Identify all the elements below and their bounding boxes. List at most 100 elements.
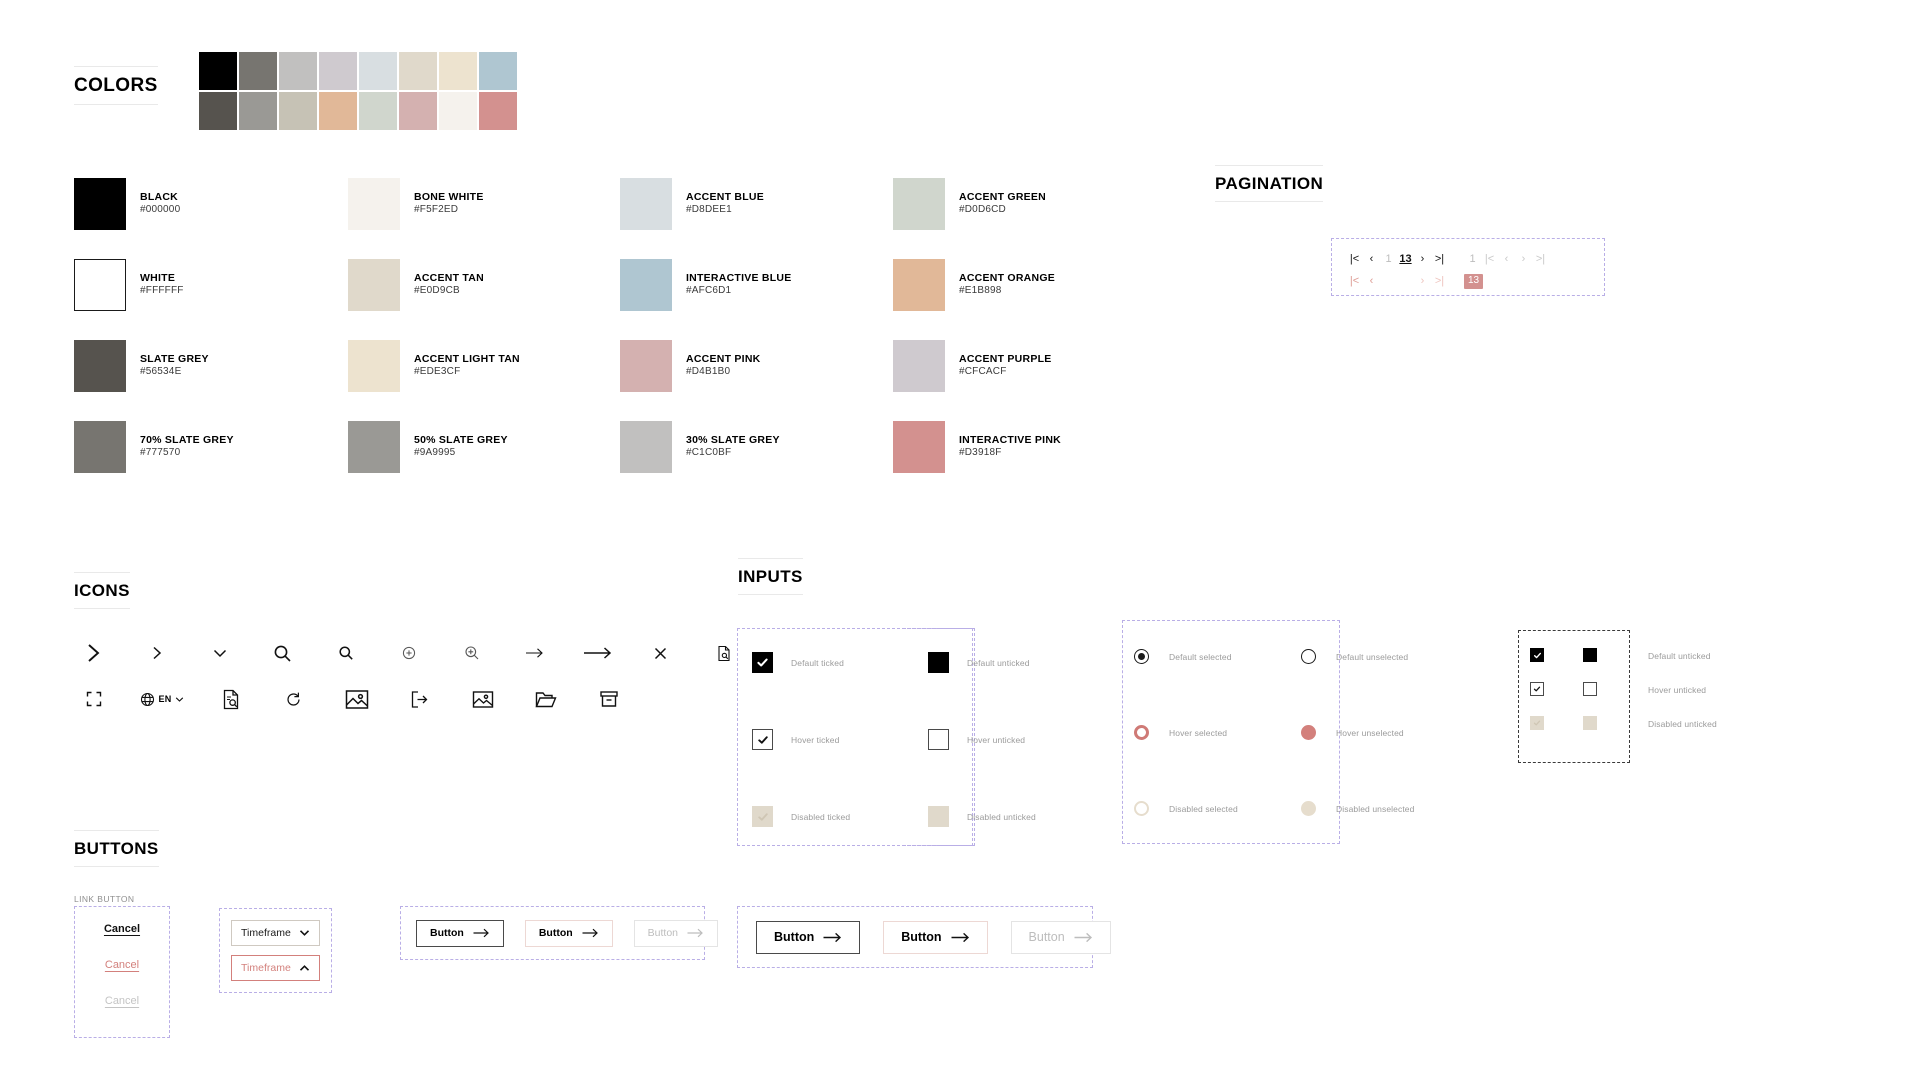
color-name: ACCENT LIGHT TAN (414, 352, 520, 365)
color-name: ACCENT PINK (686, 352, 761, 365)
input-state-label: Default unticked (967, 657, 1030, 668)
chevron-right-large-icon[interactable] (62, 630, 125, 676)
button-small-disabled: Button (633, 919, 719, 947)
color-hex: #9A9995 (414, 447, 456, 459)
image-alt-icon[interactable] (451, 676, 514, 722)
input-state-label: Disabled unselected (1336, 803, 1415, 814)
color-name: 70% SLATE GREY (140, 433, 234, 446)
checkbox-disabled-unticked[interactable] (928, 806, 949, 827)
input-demo-row: Disabled unticked (928, 806, 1036, 827)
chevron-down-icon[interactable] (188, 630, 251, 676)
section-heading-inputs: INPUTS (738, 558, 803, 595)
magnifier-plus-icon[interactable] (440, 630, 503, 676)
color-chip: SLATE GREY #56534E (74, 340, 209, 392)
checkbox-hover-unticked[interactable] (928, 729, 949, 750)
button-large-disabled: Button (1010, 920, 1111, 954)
compact-checkbox-disabled-unticked[interactable] (1583, 716, 1597, 730)
compact-checkbox-hover-ticked[interactable] (1530, 682, 1544, 696)
link-button-hover[interactable]: Cancel (105, 959, 139, 971)
pagination-last-icon[interactable]: >| (1431, 251, 1448, 267)
radio-hover-selected[interactable] (1134, 725, 1149, 740)
strip-swatch-bottom-2 (279, 92, 317, 130)
button-small-hover[interactable]: Button (524, 919, 613, 947)
pagination-page-current[interactable]: 13 (1397, 251, 1414, 267)
folder-open-icon[interactable] (514, 676, 577, 722)
pagination-hover-last-icon[interactable]: >| (1431, 273, 1448, 289)
color-hex: #E1B898 (959, 285, 1002, 297)
fullscreen-expand-icon[interactable] (62, 676, 125, 722)
color-name: ACCENT ORANGE (959, 271, 1056, 284)
reset-rotate-icon[interactable] (262, 676, 325, 722)
compact-checkbox-default-ticked[interactable] (1530, 648, 1544, 662)
pagination-prev-icon[interactable]: ‹ (1363, 251, 1380, 267)
pagination-hover-first-icon[interactable]: |< (1346, 273, 1363, 289)
color-swatch (74, 340, 126, 392)
dropdown-timeframe-default[interactable]: Timeframe (231, 920, 320, 946)
checkbox-default-unticked[interactable] (928, 652, 949, 673)
input-state-label: Disabled unticked (967, 811, 1036, 822)
button-large-hover[interactable]: Button (883, 920, 988, 954)
pagination-hover-prev-icon[interactable]: ‹ (1363, 273, 1380, 289)
compact-checkbox-disabled-ticked[interactable] (1530, 716, 1544, 730)
color-name: ACCENT GREEN (959, 190, 1047, 203)
search-icon[interactable] (251, 630, 314, 676)
input-state-label: Default selected (1169, 651, 1232, 662)
radio-hover-unselected[interactable] (1301, 725, 1316, 740)
color-chip-meta: SLATE GREY #56534E (140, 353, 209, 379)
language-selector[interactable]: EN (125, 676, 199, 722)
pagination-first-icon[interactable]: |< (1346, 251, 1363, 267)
section-heading-colors: COLORS (74, 66, 158, 105)
color-chip: INTERACTIVE PINK #D3918F (893, 421, 1061, 473)
input-state-label: Disabled selected (1169, 803, 1238, 814)
arrow-right-large-icon[interactable] (566, 630, 629, 676)
logout-icon[interactable] (388, 676, 451, 722)
pagination-page-1[interactable]: 1 (1380, 251, 1397, 267)
pagination-disabled-prev-icon: ‹ (1504, 252, 1509, 265)
compact-checkbox-default-unticked[interactable] (1583, 648, 1597, 662)
radio-default-unselected[interactable] (1301, 649, 1316, 664)
color-chip: ACCENT GREEN #D0D6CD (893, 178, 1046, 230)
close-icon[interactable] (629, 630, 692, 676)
compact-checkbox-hover-unticked[interactable] (1583, 682, 1597, 696)
color-chip-meta: ACCENT LIGHT TAN #EDE3CF (414, 353, 520, 379)
pagination-disabled-last-icon: >| (1535, 252, 1546, 265)
checkbox-hover-ticked[interactable] (752, 729, 773, 750)
color-chip-meta: 50% SLATE GREY #9A9995 (414, 434, 508, 460)
pagination-next-icon[interactable]: › (1414, 251, 1431, 267)
strip-swatch-bottom-1 (239, 92, 277, 130)
color-hex: #E0D9CB (414, 285, 460, 297)
search-small-icon[interactable] (314, 630, 377, 676)
image-icon[interactable] (325, 676, 388, 722)
dropdown-timeframe-active[interactable]: Timeframe (231, 955, 320, 981)
input-demo-row (1583, 682, 1597, 696)
color-hex: #D3918F (959, 447, 1002, 459)
color-hex: #000000 (140, 204, 181, 216)
strip-swatch-top-5 (399, 52, 437, 90)
button-large-default[interactable]: Button (756, 920, 861, 954)
zoom-in-circle-icon[interactable] (377, 630, 440, 676)
color-swatch (348, 259, 400, 311)
design-system-board: COLORS BLACK #000000 WHITE #FFFFFF SLATE GRE… (0, 0, 1920, 1080)
arrow-right-small-icon[interactable] (503, 630, 566, 676)
archive-box-icon[interactable] (577, 676, 640, 722)
link-button-default[interactable]: Cancel (104, 923, 140, 935)
checkbox-default-ticked[interactable] (752, 652, 773, 673)
pagination-active-page-badge[interactable]: 13 (1464, 273, 1483, 289)
link-button-group: Cancel Cancel Cancel (74, 906, 170, 1038)
check-icon (757, 658, 768, 667)
button-small-default[interactable]: Button (416, 919, 504, 947)
pagination-hover-next-icon[interactable]: › (1414, 273, 1431, 289)
input-state-label: Disabled ticked (791, 811, 851, 822)
arrow-right-icon (951, 932, 969, 942)
color-name: WHITE (140, 271, 176, 284)
color-chip: INTERACTIVE BLUE #AFC6D1 (620, 259, 792, 311)
checkbox-disabled-ticked[interactable] (752, 806, 773, 827)
document-search-icon[interactable] (199, 676, 262, 722)
radio-disabled-unselected[interactable] (1301, 801, 1316, 816)
radio-disabled-selected[interactable] (1134, 801, 1149, 816)
color-hex: #FFFFFF (140, 285, 184, 297)
color-name: 50% SLATE GREY (414, 433, 508, 446)
radio-default-selected[interactable] (1134, 649, 1149, 664)
chevron-right-icon[interactable] (125, 630, 188, 676)
button-label: Button (538, 927, 573, 939)
